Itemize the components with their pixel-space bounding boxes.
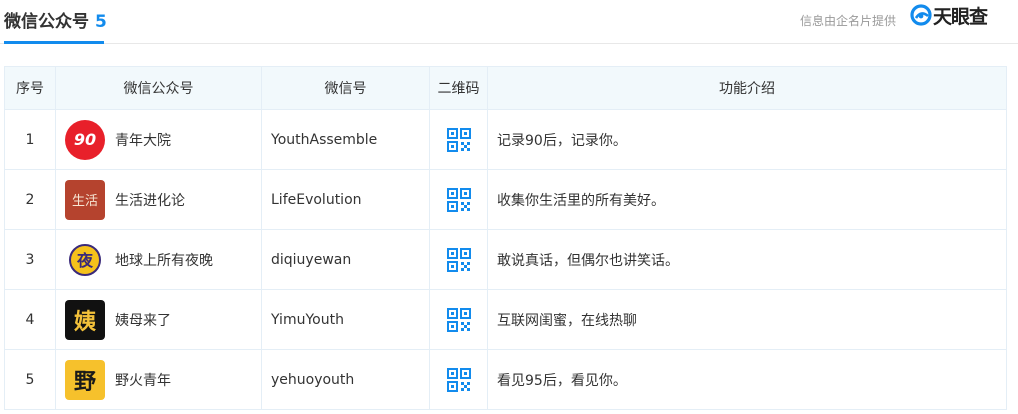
account-name[interactable]: 地球上所有夜晚 (115, 250, 213, 270)
section-title-group: 微信公众号 5 (4, 7, 107, 32)
section-count-badge: 5 (95, 12, 107, 32)
avatar-text: 野 (73, 369, 96, 395)
qr-code-icon[interactable] (446, 187, 471, 212)
data-source-note: 信息由企名片提供 (799, 14, 896, 28)
column-header-wechat-id: 微信号 (261, 66, 430, 110)
row-index: 4 (4, 289, 56, 350)
yimu-avatar[interactable]: 姨 (65, 299, 105, 340)
wechat-id: YouthAssemble (261, 109, 430, 170)
table-header-row: 序号 微信公众号 微信号 二维码 功能介绍 (4, 66, 1007, 110)
qr-code-icon[interactable] (446, 307, 471, 332)
avatar-text: 生活 (71, 194, 98, 209)
qr-code-cell (429, 229, 488, 290)
life-evolution-avatar[interactable]: 生活 (65, 179, 105, 220)
wechat-accounts-table: 序号 微信公众号 微信号 二维码 功能介绍 1 90 青年大院 YouthAss… (4, 66, 1007, 410)
account-cell: 生活 生活进化论 (55, 169, 262, 230)
qr-code-cell (429, 109, 488, 170)
column-header-index: 序号 (4, 66, 56, 110)
section-header: 微信公众号 5 信息由企名片提供 天眼查 (0, 0, 1018, 44)
qr-code-icon[interactable] (446, 247, 471, 272)
wechat-id: yehuoyouth (261, 349, 430, 410)
night-avatar[interactable]: 夜 (65, 239, 105, 280)
account-cell: 野 野火青年 (55, 349, 262, 410)
avatar-text: 夜 (69, 243, 101, 276)
title-underline (4, 41, 104, 44)
qr-code-icon[interactable] (446, 127, 471, 152)
table-row: 5 野 野火青年 yehuoyouth 看见95后，看见你。 (4, 349, 1007, 410)
qr-code-cell (429, 349, 488, 410)
row-index: 5 (4, 349, 56, 410)
account-cell: 姨 姨母来了 (55, 289, 262, 350)
wechat-id: diqiuyewan (261, 229, 430, 290)
wechat-id: LifeEvolution (261, 169, 430, 230)
qr-code-icon[interactable] (446, 367, 471, 392)
column-header-account: 微信公众号 (55, 66, 262, 110)
section-title: 微信公众号 (4, 12, 89, 32)
table-row: 4 姨 姨母来了 YimuYouth 互联网闺蜜，在线热聊 (4, 289, 1007, 350)
youth-assemble-avatar[interactable]: 90 (65, 119, 105, 160)
row-index: 1 (4, 109, 56, 170)
brand-name: 天眼查 (933, 5, 988, 28)
account-name[interactable]: 生活进化论 (115, 190, 185, 210)
avatar-text: 90 (73, 130, 97, 149)
column-header-description: 功能介绍 (487, 66, 1007, 110)
tianyancha-eye-icon (910, 4, 932, 26)
description: 互联网闺蜜，在线热聊 (487, 289, 1007, 350)
description: 看见95后，看见你。 (487, 349, 1007, 410)
table-row: 2 生活 生活进化论 LifeEvolution 收集你生活里的所有美好。 (4, 169, 1007, 230)
avatar-text: 姨 (73, 309, 96, 335)
description: 记录90后，记录你。 (487, 109, 1007, 170)
table-row: 1 90 青年大院 YouthAssemble 记录90后，记录你。 (4, 109, 1007, 170)
wildfire-avatar[interactable]: 野 (65, 359, 105, 400)
account-name[interactable]: 青年大院 (115, 130, 171, 150)
account-cell: 90 青年大院 (55, 109, 262, 170)
row-index: 2 (4, 169, 56, 230)
description: 收集你生活里的所有美好。 (487, 169, 1007, 230)
account-cell: 夜 地球上所有夜晚 (55, 229, 262, 290)
row-index: 3 (4, 229, 56, 290)
column-header-qr-code: 二维码 (429, 66, 488, 110)
qr-code-cell (429, 289, 488, 350)
qr-code-cell (429, 169, 488, 230)
account-name[interactable]: 野火青年 (115, 370, 171, 390)
brand-logo[interactable]: 天眼查 (910, 2, 988, 28)
account-name[interactable]: 姨母来了 (115, 310, 171, 330)
description: 敢说真话，但偶尔也讲笑话。 (487, 229, 1007, 290)
wechat-id: YimuYouth (261, 289, 430, 350)
table-row: 3 夜 地球上所有夜晚 diqiuyewan 敢说真话，但偶尔也讲笑话。 (4, 229, 1007, 290)
